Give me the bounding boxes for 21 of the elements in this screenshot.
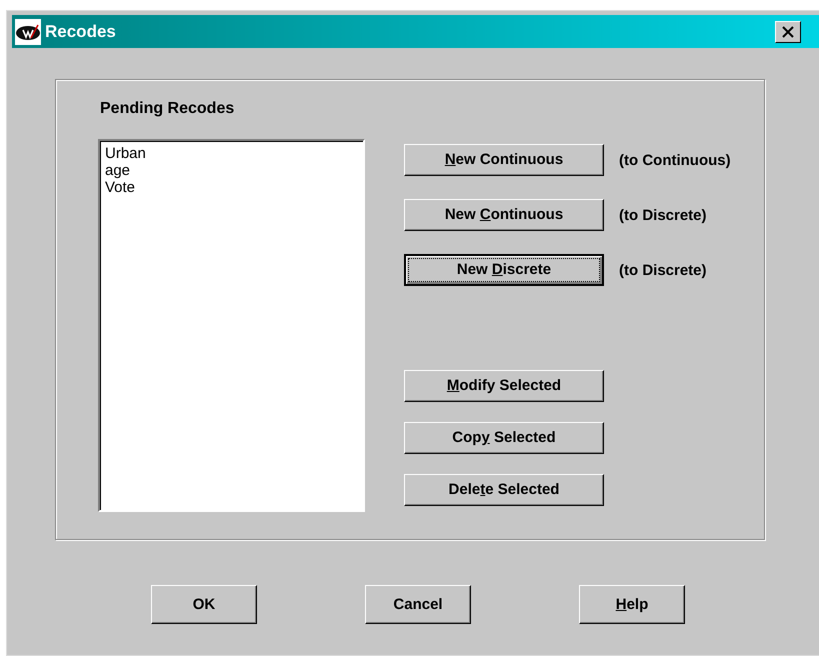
window-title: Recodes — [45, 22, 116, 42]
close-button[interactable] — [775, 20, 801, 42]
list-item[interactable]: age — [103, 162, 360, 179]
push-button[interactable]: Modify Selected — [404, 370, 604, 402]
push-button[interactable]: New Discrete — [404, 254, 604, 286]
target-type-label: (to Discrete) — [619, 206, 707, 224]
list-item[interactable]: Vote — [103, 179, 360, 196]
close-icon — [781, 26, 795, 38]
push-button[interactable]: Help — [579, 585, 685, 624]
list-item[interactable]: Urban — [103, 145, 360, 162]
recode-list[interactable]: Urban age Vote — [98, 139, 365, 512]
push-button[interactable]: Delete Selected — [404, 474, 604, 506]
push-button[interactable]: Cancel — [365, 585, 471, 624]
app-logo-icon — [15, 18, 41, 44]
push-button[interactable]: New Continuous — [404, 199, 604, 231]
push-button[interactable]: New Continuous — [404, 144, 604, 176]
group-title: Pending Recodes — [100, 100, 236, 118]
push-button[interactable]: OK — [151, 585, 257, 624]
target-type-label: (to Discrete) — [619, 262, 707, 278]
push-button[interactable]: Copy Selected — [404, 422, 604, 454]
target-type-label: (to Continuous) — [619, 152, 731, 168]
